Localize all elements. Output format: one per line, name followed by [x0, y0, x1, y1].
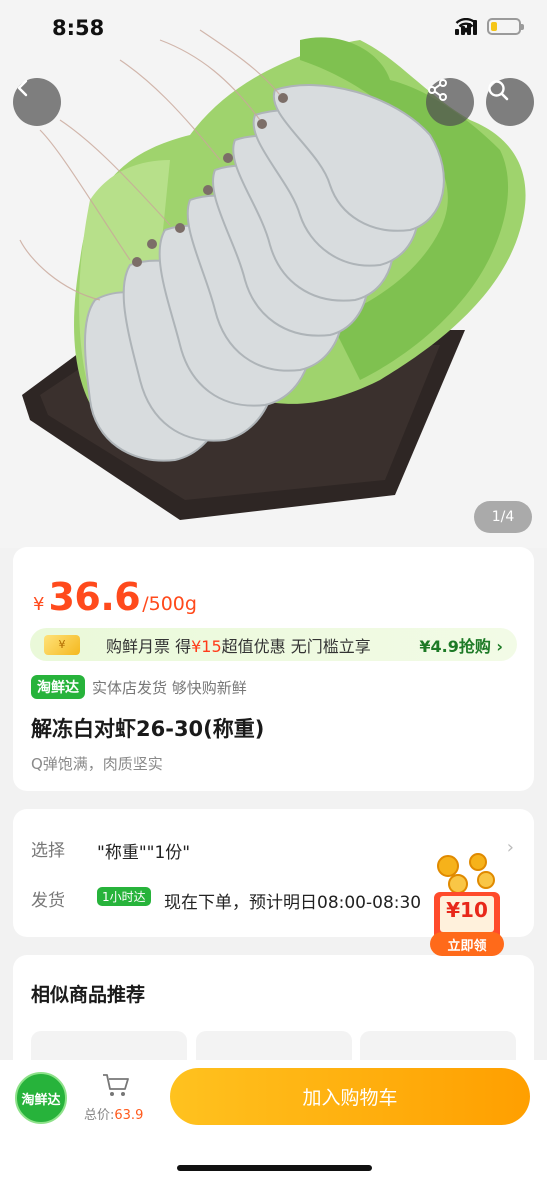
wifi-icon — [455, 18, 477, 33]
add-to-cart-button[interactable]: 加入购物车 — [170, 1068, 530, 1125]
store-tag-row: 淘鲜达 实体店发货 够快购新鲜 — [31, 675, 247, 699]
status-icons — [455, 18, 524, 35]
share-icon — [428, 79, 447, 101]
monthly-pass-buy-link[interactable]: ¥4.9抢购 › — [419, 633, 503, 657]
select-value[interactable]: "称重""1份" — [97, 838, 190, 863]
status-time: 8:58 — [52, 16, 105, 40]
product-title: 解冻白对虾26-30(称重) — [31, 717, 265, 741]
one-hour-delivery-tag: 1小时达 — [97, 887, 151, 906]
claim-now-button[interactable]: 立即领 — [430, 935, 504, 954]
battery-icon — [487, 18, 524, 35]
price-unit: /500g — [142, 593, 197, 615]
shipping-label: 发货 — [31, 891, 65, 911]
monthly-pass-banner[interactable]: ¥ 购鲜月票 得¥15超值优惠 无门槛立享 ¥4.9抢购 › — [30, 628, 517, 661]
shrimp-photo — [0, 0, 547, 548]
product-info-card: ¥ 36.6 /500g ¥ 购鲜月票 得¥15超值优惠 无门槛立享 ¥4.9抢… — [13, 547, 534, 791]
monthly-pass-text: 购鲜月票 得¥15超值优惠 无门槛立享 — [106, 636, 371, 656]
chevron-left-icon — [17, 79, 28, 97]
taoxianda-store-button[interactable]: 淘鲜达 — [15, 1072, 67, 1124]
currency-symbol: ¥ — [33, 594, 45, 615]
product-detail-page: 8:58 1/4 ¥ 36.6 /500g ¥ 购鲜月票 得¥15超值优惠 无门… — [0, 0, 547, 1182]
image-pager-indicator: 1/4 — [474, 501, 532, 533]
status-bar: 8:58 — [0, 0, 547, 60]
cart-button[interactable] — [102, 1072, 130, 1102]
similar-products-title: 相似商品推荐 — [31, 984, 146, 1006]
ticket-icon: ¥ — [44, 634, 80, 655]
share-button[interactable] — [426, 78, 474, 126]
product-image-carousel[interactable]: 8:58 1/4 — [0, 0, 547, 548]
taoxianda-tag: 淘鲜达 — [31, 675, 85, 699]
search-icon — [488, 80, 509, 101]
product-price: 36.6 — [48, 575, 141, 619]
product-subtitle: Q弹饱满，肉质坚实 — [31, 755, 163, 773]
select-label: 选择 — [31, 841, 65, 861]
search-button[interactable] — [486, 78, 534, 126]
shopping-cart-icon — [103, 1074, 129, 1096]
coupon-amount: ¥10 — [446, 898, 488, 922]
total-price: 总价:63.9 — [84, 1108, 144, 1123]
bottom-action-bar: 淘鲜达 总价:63.9 加入购物车 — [0, 1060, 547, 1182]
shipping-estimate: 现在下单，预计明日08:00-08:30 — [164, 893, 422, 913]
floating-coupon[interactable]: ¥10 立即领 — [428, 852, 506, 960]
chevron-right-icon[interactable]: › — [507, 837, 514, 858]
price-row: ¥ 36.6 /500g — [33, 575, 197, 619]
store-tag-description: 实体店发货 够快购新鲜 — [92, 678, 247, 697]
home-indicator — [177, 1165, 372, 1171]
back-button[interactable] — [13, 78, 61, 126]
